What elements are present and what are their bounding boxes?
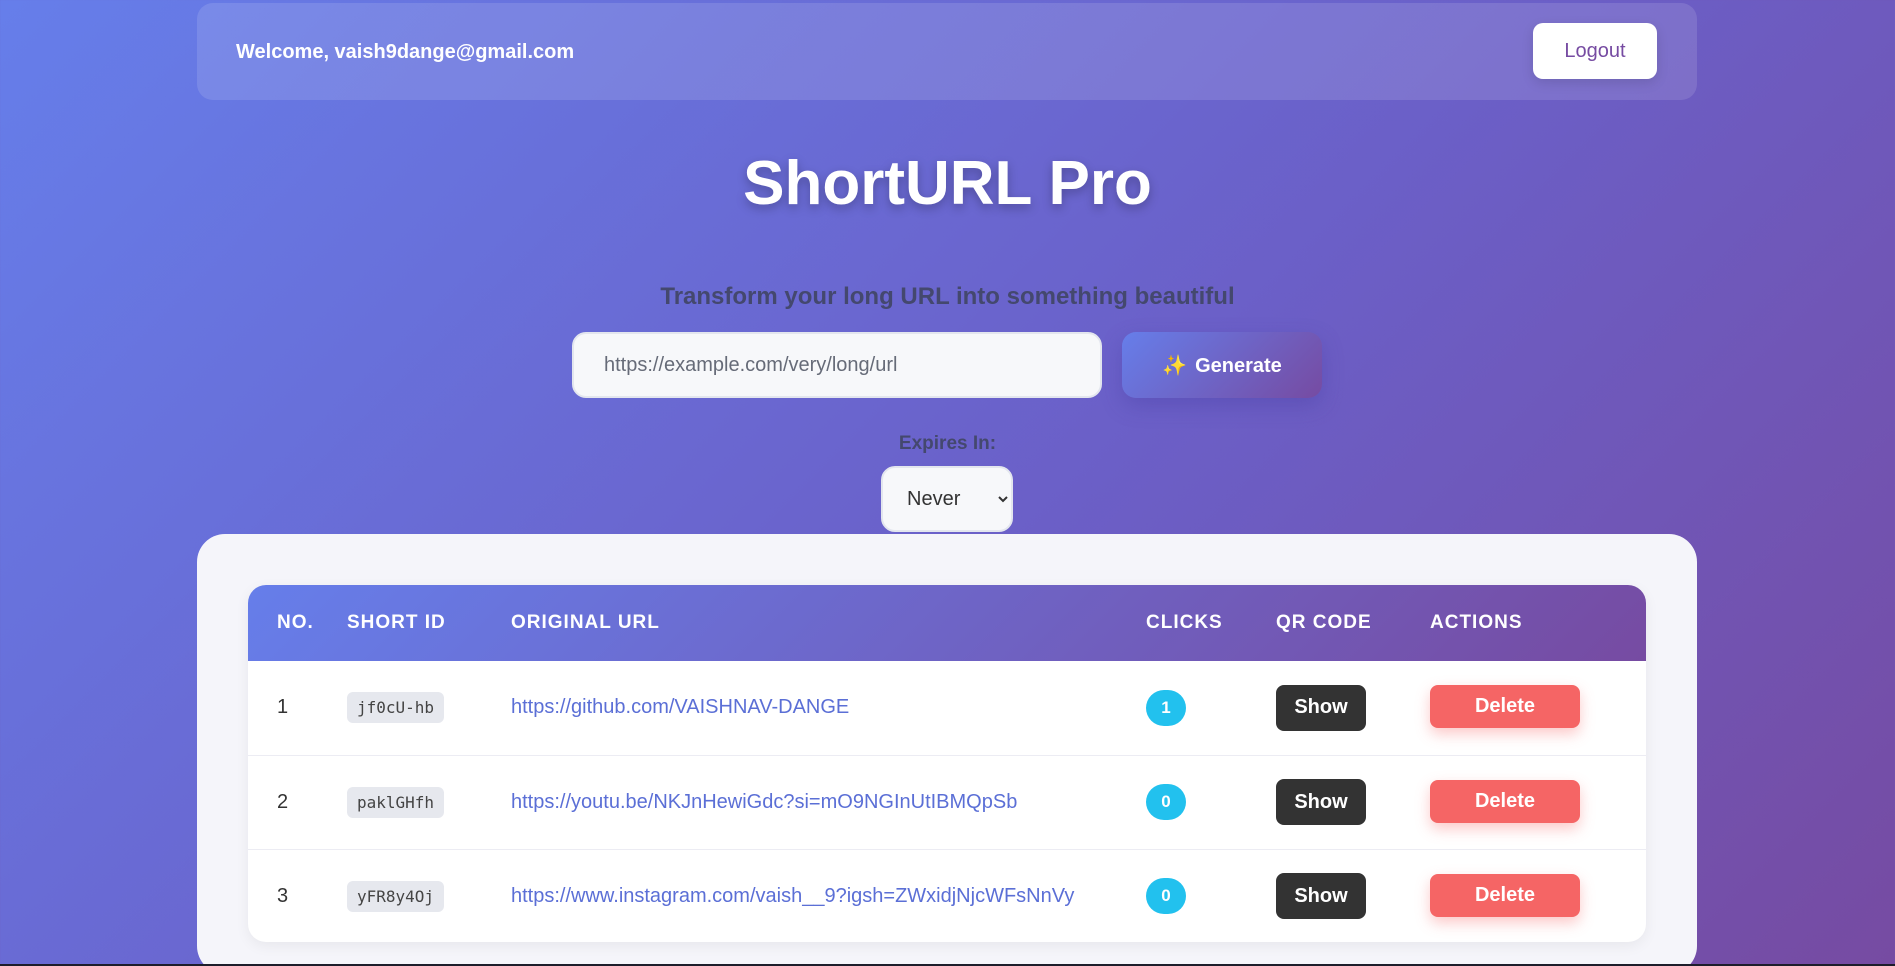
clicks-badge: 0	[1146, 878, 1186, 915]
app-title: ShortURL Pro	[743, 149, 1152, 218]
table-row: 1 jf0cU-hb https://github.com/VAISHNAV-D…	[248, 661, 1646, 755]
delete-button[interactable]: Delete	[1430, 873, 1580, 917]
short-id-code: jf0cU-hb	[347, 692, 445, 724]
original-url-link[interactable]: https://github.com/VAISHNAV-DANGE	[511, 696, 849, 718]
delete-button[interactable]: Delete	[1430, 685, 1580, 729]
column-header-clicks: CLICKS	[1146, 612, 1223, 633]
clicks-badge: 1	[1146, 689, 1186, 726]
links-table: NO. SHORT ID ORIGINAL URL CLICKS QR CODE…	[248, 585, 1646, 942]
table-row: 2 paklGHfh https://youtu.be/NKJnHewiGdc?…	[248, 755, 1646, 849]
row-number: 3	[277, 884, 289, 907]
generate-button[interactable]: ✨ Generate	[1122, 332, 1322, 398]
sparkle-icon: ✨	[1162, 354, 1188, 377]
delete-button[interactable]: Delete	[1430, 779, 1580, 823]
url-input[interactable]	[572, 332, 1102, 398]
short-id-code: paklGHfh	[347, 786, 445, 818]
clicks-badge: 0	[1146, 784, 1186, 820]
column-header-qr-code: QR CODE	[1276, 612, 1372, 633]
generate-label: Generate	[1195, 354, 1282, 377]
app-subtitle: Transform your long URL into something b…	[660, 283, 1235, 310]
column-header-original-url: ORIGINAL URL	[511, 612, 660, 633]
column-header-short-id: SHORT ID	[347, 612, 446, 633]
show-qr-button[interactable]: Show	[1276, 684, 1366, 731]
short-id-code: yFR8y4Oj	[347, 880, 445, 912]
logout-button[interactable]: Logout	[1533, 23, 1657, 79]
expires-label: Expires In:	[898, 433, 997, 454]
table-header-row: NO. SHORT ID ORIGINAL URL CLICKS QR CODE…	[248, 585, 1646, 661]
row-number: 2	[277, 790, 289, 813]
welcome-text: Welcome, vaish9dange@gmail.com	[236, 41, 575, 63]
original-url-link[interactable]: https://youtu.be/NKJnHewiGdc?si=mO9NGInU…	[511, 791, 1017, 813]
show-qr-button[interactable]: Show	[1276, 873, 1366, 920]
links-table-container: NO. SHORT ID ORIGINAL URL CLICKS QR CODE…	[248, 585, 1646, 942]
column-header-no: NO.	[277, 612, 314, 633]
row-number: 1	[277, 696, 289, 719]
table-row: 3 yFR8y4Oj https://www.instagram.com/vai…	[248, 849, 1646, 942]
expires-select[interactable]: Never	[881, 466, 1013, 532]
original-url-link[interactable]: https://www.instagram.com/vaish__9?igsh=…	[511, 885, 1074, 907]
links-card: NO. SHORT ID ORIGINAL URL CLICKS QR CODE…	[197, 534, 1697, 966]
top-bar: Welcome, vaish9dange@gmail.com Logout	[197, 3, 1697, 100]
column-header-actions: ACTIONS	[1430, 612, 1523, 633]
show-qr-button[interactable]: Show	[1276, 779, 1366, 825]
